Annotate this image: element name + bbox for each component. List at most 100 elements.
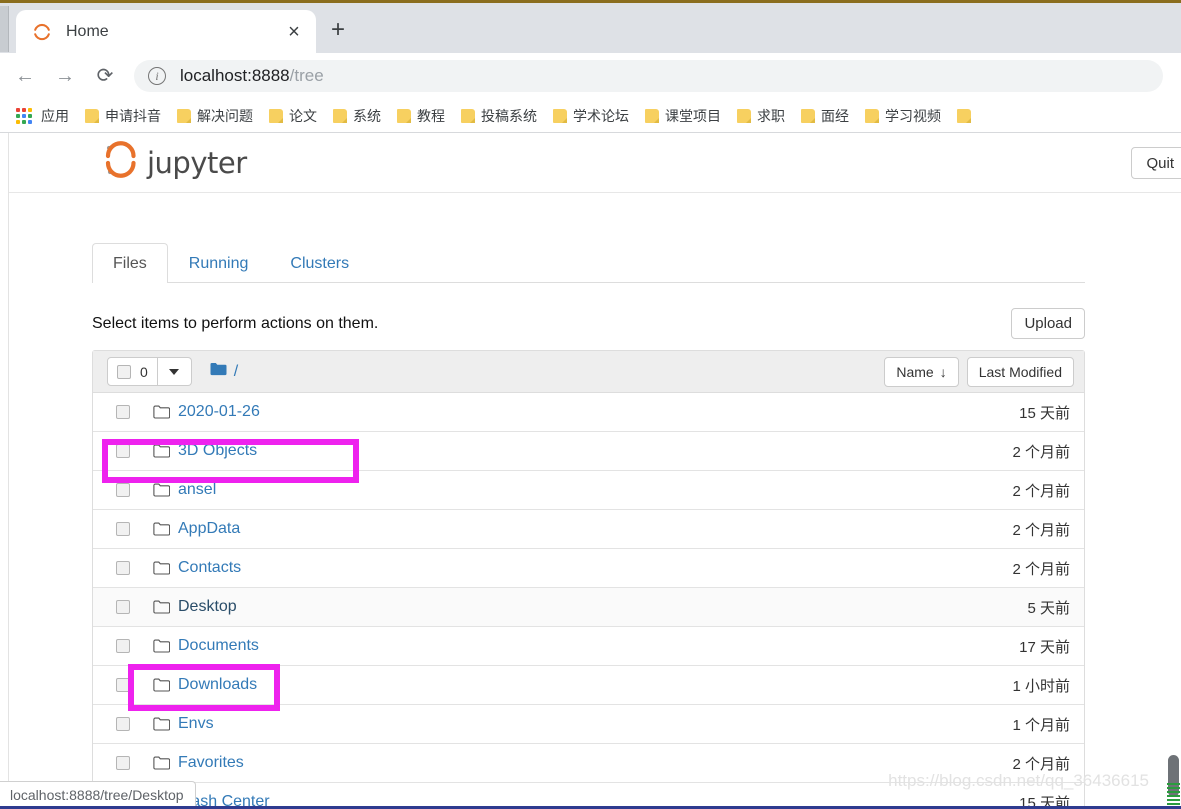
breadcrumb[interactable]: / [210, 362, 238, 381]
row-checkbox[interactable] [116, 561, 130, 575]
selected-count: 0 [140, 363, 148, 380]
breadcrumb-root[interactable]: / [234, 363, 238, 381]
tab-files[interactable]: Files [92, 243, 168, 283]
row-checkbox[interactable] [116, 522, 130, 536]
bookmark-item[interactable]: 申请抖音 [77, 102, 169, 130]
folder-icon [269, 108, 283, 123]
folder-icon [153, 756, 170, 770]
sort-by-name-button[interactable]: Name ↓ [884, 356, 959, 387]
bookmark-label: 课堂项目 [665, 107, 721, 124]
row-checkbox[interactable] [116, 600, 130, 614]
row-checkbox[interactable] [116, 756, 130, 770]
file-row[interactable]: 3D Objects 2 个月前 [93, 432, 1084, 471]
file-modified: 17 天前 [1019, 638, 1070, 656]
bookmark-label: 学术论坛 [573, 107, 629, 124]
new-tab-button[interactable]: + [322, 14, 354, 46]
select-items-note: Select items to perform actions on them. [92, 314, 379, 332]
file-row[interactable]: Documents 17 天前 [93, 627, 1084, 666]
status-bar-link-preview: localhost:8888/tree/Desktop [0, 781, 196, 809]
folder-icon [333, 108, 347, 123]
file-name-link[interactable]: 3D Objects [178, 442, 257, 460]
bookmark-label: 学习视频 [885, 107, 941, 124]
row-checkbox[interactable] [116, 678, 130, 692]
browser-tab-title: Home [66, 22, 109, 40]
file-name-link[interactable]: Desktop [178, 598, 237, 616]
bookmark-item[interactable]: 教程 [389, 102, 453, 130]
folder-icon [177, 108, 191, 123]
select-all-group[interactable]: 0 [107, 357, 192, 386]
file-modified: 15 天前 [1019, 404, 1070, 422]
file-row[interactable]: Envs 1 个月前 [93, 705, 1084, 744]
browser-tab-home[interactable]: Home × [16, 10, 316, 53]
select-all-checkbox[interactable] [117, 364, 131, 379]
folder-icon [645, 108, 659, 123]
file-row[interactable]: Contacts 2 个月前 [93, 549, 1084, 588]
file-row[interactable]: Desktop 5 天前 [93, 588, 1084, 627]
background-window-sliver[interactable] [0, 6, 9, 52]
bookmark-item[interactable]: 面经 [793, 102, 857, 130]
bookmark-apps[interactable]: 应用 [6, 106, 77, 126]
bookmark-item[interactable]: 投稿系统 [453, 102, 545, 130]
chevron-down-icon [169, 368, 180, 375]
jupyter-brand[interactable]: jupyter [104, 141, 247, 184]
bookmark-label: 面经 [821, 107, 849, 124]
file-name-link[interactable]: 2020-01-26 [178, 403, 260, 421]
selection-toolbar: 0 / Name ↓ Last Modified [93, 351, 1084, 393]
sort-by-modified-button[interactable]: Last Modified [966, 356, 1074, 387]
file-row[interactable]: AppData 2 个月前 [93, 510, 1084, 549]
file-actions: Upload [1011, 308, 1085, 339]
bookmarks-bar: 应用 申请抖音 解决问题 论文 系统 教程 投稿系统 学术论坛 课堂项目 求职 面经 学习视频 [0, 99, 1181, 133]
folder-icon [153, 522, 170, 536]
site-info-icon[interactable]: i [148, 67, 166, 85]
bookmark-item[interactable]: 学习视频 [857, 102, 949, 130]
tab-running[interactable]: Running [168, 243, 270, 283]
bookmark-label: 求职 [757, 107, 785, 124]
file-name-link[interactable]: Contacts [178, 559, 241, 577]
address-bar[interactable]: i localhost:8888/tree [134, 60, 1163, 92]
file-name-link[interactable]: Envs [178, 715, 214, 733]
row-checkbox[interactable] [116, 483, 130, 497]
folder-icon [153, 600, 170, 614]
row-checkbox[interactable] [116, 717, 130, 731]
bookmark-apps-label: 应用 [41, 107, 69, 124]
upload-button[interactable]: Upload [1011, 308, 1085, 339]
bookmark-item[interactable]: 系统 [325, 102, 389, 130]
reload-icon[interactable]: ⟳ [88, 59, 122, 93]
bookmark-label: 论文 [289, 107, 317, 124]
file-name-link[interactable]: Documents [178, 637, 259, 655]
watermark: https://blog.csdn.net/qq_36436615 [888, 771, 1149, 790]
arrow-down-icon: ↓ [939, 363, 947, 380]
folder-icon [153, 444, 170, 458]
file-row[interactable]: ansel 2 个月前 [93, 471, 1084, 510]
file-name-link[interactable]: Downloads [178, 676, 257, 694]
bookmark-item[interactable] [949, 102, 985, 130]
row-checkbox[interactable] [116, 639, 130, 653]
file-name-link[interactable]: AppData [178, 520, 240, 538]
bookmark-item[interactable]: 求职 [729, 102, 793, 130]
sort-buttons: Name ↓ Last Modified [884, 356, 1074, 387]
bookmark-item[interactable]: 学术论坛 [545, 102, 637, 130]
page-left-edge [0, 133, 9, 809]
file-name-link[interactable]: Favorites [178, 754, 244, 772]
page-scrollbar[interactable] [1166, 0, 1181, 809]
folder-icon [461, 108, 475, 123]
select-all-checkbox-wrap[interactable]: 0 [107, 357, 158, 386]
select-dropdown-button[interactable] [157, 357, 192, 386]
bookmark-label: 教程 [417, 107, 445, 124]
forward-icon[interactable]: → [48, 59, 82, 93]
row-checkbox[interactable] [116, 405, 130, 419]
bookmark-item[interactable]: 论文 [261, 102, 325, 130]
file-name-link[interactable]: ansel [178, 481, 216, 499]
tab-clusters[interactable]: Clusters [269, 243, 370, 283]
file-row[interactable]: 2020-01-26 15 天前 [93, 393, 1084, 432]
folder-icon [153, 678, 170, 692]
sort-name-label: Name [896, 363, 934, 380]
bookmark-item[interactable]: 课堂项目 [637, 102, 729, 130]
row-checkbox[interactable] [116, 444, 130, 458]
folder-icon [957, 108, 971, 123]
bookmark-label: 解决问题 [197, 107, 253, 124]
back-icon[interactable]: ← [8, 59, 42, 93]
file-row[interactable]: Downloads 1 小时前 [93, 666, 1084, 705]
close-icon[interactable]: × [282, 20, 306, 44]
bookmark-item[interactable]: 解决问题 [169, 102, 261, 130]
